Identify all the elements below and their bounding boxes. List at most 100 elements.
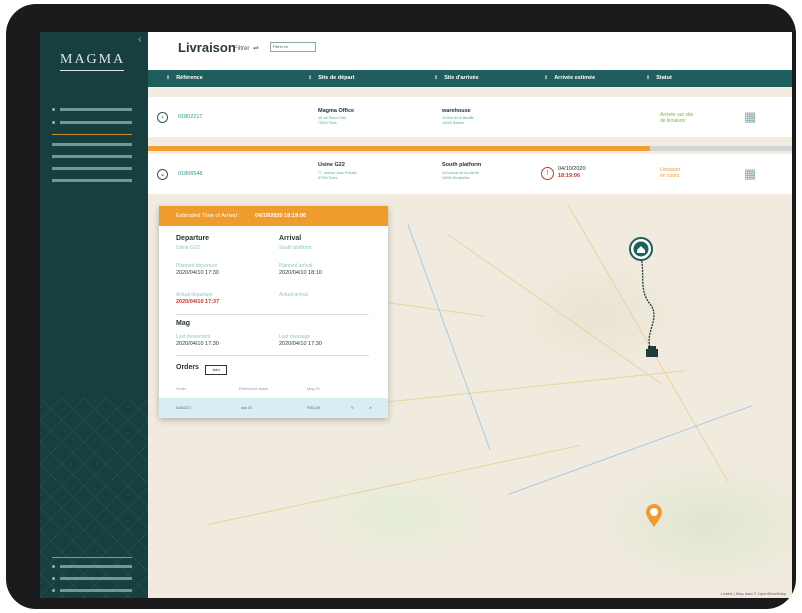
actual-departure-label: Actual departure	[176, 292, 213, 298]
mag-heading: Mag	[176, 320, 190, 327]
nav-item-placeholder	[52, 167, 132, 171]
actual-departure-value: 2020/04/10 17:37	[176, 299, 220, 305]
table-row[interactable]: › 01802217 Magma Office 46 rue Raoul Cla…	[148, 97, 792, 137]
sort-icon: ⇕	[544, 75, 549, 81]
pallets-icon[interactable]: ▦	[744, 166, 756, 182]
status-badge: Arrivée sur site de livraison	[660, 112, 693, 124]
nav-item-placeholder	[60, 589, 132, 593]
row-reference[interactable]: 01802217	[178, 114, 202, 120]
sidebar-item-6[interactable]	[52, 172, 132, 190]
map-river	[507, 405, 753, 495]
section-divider	[176, 355, 369, 356]
pallets-icon[interactable]: ▦	[744, 109, 756, 125]
orders-column-mag: Mag ID	[307, 386, 320, 391]
nav-dot-icon	[52, 565, 55, 569]
orders-column-asset: Référence Asset	[239, 386, 269, 391]
address-line: 75010 Paris	[318, 121, 337, 125]
sidebar-bottom-item-3[interactable]	[52, 582, 132, 598]
last-message-value: 2020/04/10 17:30	[279, 341, 322, 347]
last-movement-label: Last movement	[176, 334, 211, 340]
nav-item-placeholder	[60, 108, 132, 112]
last-message-label: Last message	[279, 334, 311, 340]
tablet-frame: MAGMA ‹ Livraison Filtrer ⇌ Filtrer ici …	[6, 4, 796, 609]
arrival-heading: Arrival	[279, 235, 302, 242]
orders-heading: Orders	[176, 364, 199, 371]
departure-site-address: 77, avenue Jean Portalis 37000 Tours	[318, 171, 357, 181]
sort-icon: ⇕	[434, 75, 439, 81]
row-reference[interactable]: 01806548	[178, 171, 202, 177]
column-header-departure[interactable]: ⇕ Site de départ	[308, 75, 355, 81]
address-line: 37000 Tours	[318, 176, 338, 180]
filter-select[interactable]: Filtrer ici	[270, 42, 316, 52]
departure-site-name: Usine G22	[318, 162, 345, 168]
orders-column-order: Order	[176, 386, 187, 391]
delivery-detail-popup: Estimated Time of Arrival : 04/10/2020 1…	[159, 206, 388, 418]
nav-dot-icon	[52, 121, 55, 125]
departure-site-address: 46 rue Raoul Clair 75010 Paris	[318, 116, 346, 126]
eta-value: 04/10/2020 18:19:06	[255, 213, 307, 219]
nav-item-placeholder	[60, 121, 132, 125]
add-order-button[interactable]: Add	[205, 365, 227, 375]
status-badge: Livraison en cours	[660, 167, 680, 179]
departure-heading: Departure	[176, 235, 210, 242]
status-line: de livraison	[660, 118, 686, 124]
logo-underline	[60, 70, 124, 71]
planned-arrival-label: Planned arrival	[279, 263, 313, 269]
map-pin-icon[interactable]	[645, 504, 663, 528]
sliders-icon: ⇌	[253, 45, 259, 52]
actual-arrival-label: Actual arrival	[279, 292, 308, 298]
eta-date: 04/10/2020	[558, 166, 586, 172]
collapse-sidebar-icon[interactable]: ‹	[138, 34, 141, 45]
arrival-site: South platform	[279, 245, 312, 251]
chevron-down-icon[interactable]: ⌄	[157, 169, 168, 180]
column-header-arrival[interactable]: ⇕ Site d'arrivée	[434, 75, 479, 81]
filter-toggle[interactable]: Filtrer ⇌	[234, 44, 259, 52]
order-row[interactable]: 01802217 Ass 03 P301.06 ✎ ✕	[159, 398, 388, 418]
nav-item-placeholder	[52, 143, 132, 147]
status-line: en cours	[660, 173, 680, 179]
eta-label: Estimated Time of Arrival :	[176, 213, 240, 219]
order-mag: P301.06	[307, 406, 321, 410]
departure-site: Usine G22	[176, 245, 200, 251]
nav-item-placeholder	[60, 577, 132, 581]
map-river	[407, 224, 491, 451]
nav-item-placeholder	[52, 155, 132, 159]
eta-banner: Estimated Time of Arrival : 04/10/2020 1…	[159, 206, 388, 226]
map-attribution[interactable]: Leaflet | Map data © OpenStreetMap	[721, 591, 786, 596]
departure-site-name: Magma Office	[318, 108, 355, 114]
nav-dot-icon	[52, 108, 55, 112]
planned-arrival-value: 2020/04/10 18:10	[279, 270, 322, 276]
order-asset: Ass 03	[241, 406, 252, 410]
column-header-reference[interactable]: ⇕ Référence	[166, 75, 203, 81]
section-divider	[176, 314, 369, 315]
table-row[interactable]: ⌄ 01806548 Usine G22 77, avenue Jean Por…	[148, 154, 792, 194]
brand-logo: MAGMA	[60, 52, 126, 67]
planned-departure-value: 2020/04/10 17:30	[176, 270, 219, 276]
arrival-site-name: South platform	[442, 162, 482, 168]
address-line: 34000 Montpellier	[442, 176, 470, 180]
column-header-eta[interactable]: ⇕ Arrivée estimée	[544, 75, 595, 81]
table-header: ⇕ Référence ⇕ Site de départ ⇕ Site d'arriv…	[148, 70, 792, 87]
clock-alert-icon: !	[541, 167, 554, 180]
estimated-arrival: 04/10/2020 18:19:06	[558, 166, 586, 180]
warehouse-destination-icon[interactable]	[628, 236, 654, 262]
nav-dot-icon	[52, 589, 55, 593]
arrival-site-address: 16 Rue de la Bastille 44000 Nantes	[442, 116, 474, 126]
progress-fill	[148, 146, 651, 151]
address-line: 44000 Nantes	[442, 121, 464, 125]
chevron-right-icon[interactable]: ›	[157, 112, 168, 123]
filter-label: Filtrer	[234, 46, 250, 52]
planned-departure-label: Planned departure	[176, 263, 218, 269]
nav-dot-icon	[52, 577, 55, 581]
sort-icon: ⇕	[308, 75, 313, 81]
app-screen: MAGMA ‹ Livraison Filtrer ⇌ Filtrer ici …	[40, 32, 792, 598]
last-movement-value: 2020/04/10 17:30	[176, 341, 219, 347]
sidebar: MAGMA ‹	[40, 32, 148, 598]
nav-item-placeholder	[60, 565, 132, 569]
arrival-site-name: warehouse	[442, 108, 471, 114]
map-road	[207, 445, 580, 525]
column-header-status[interactable]: ⇕ Statut	[646, 75, 672, 81]
edit-pencil-icon[interactable]: ✎	[351, 406, 354, 410]
close-icon[interactable]: ✕	[369, 406, 372, 410]
truck-position-icon[interactable]	[645, 346, 659, 358]
